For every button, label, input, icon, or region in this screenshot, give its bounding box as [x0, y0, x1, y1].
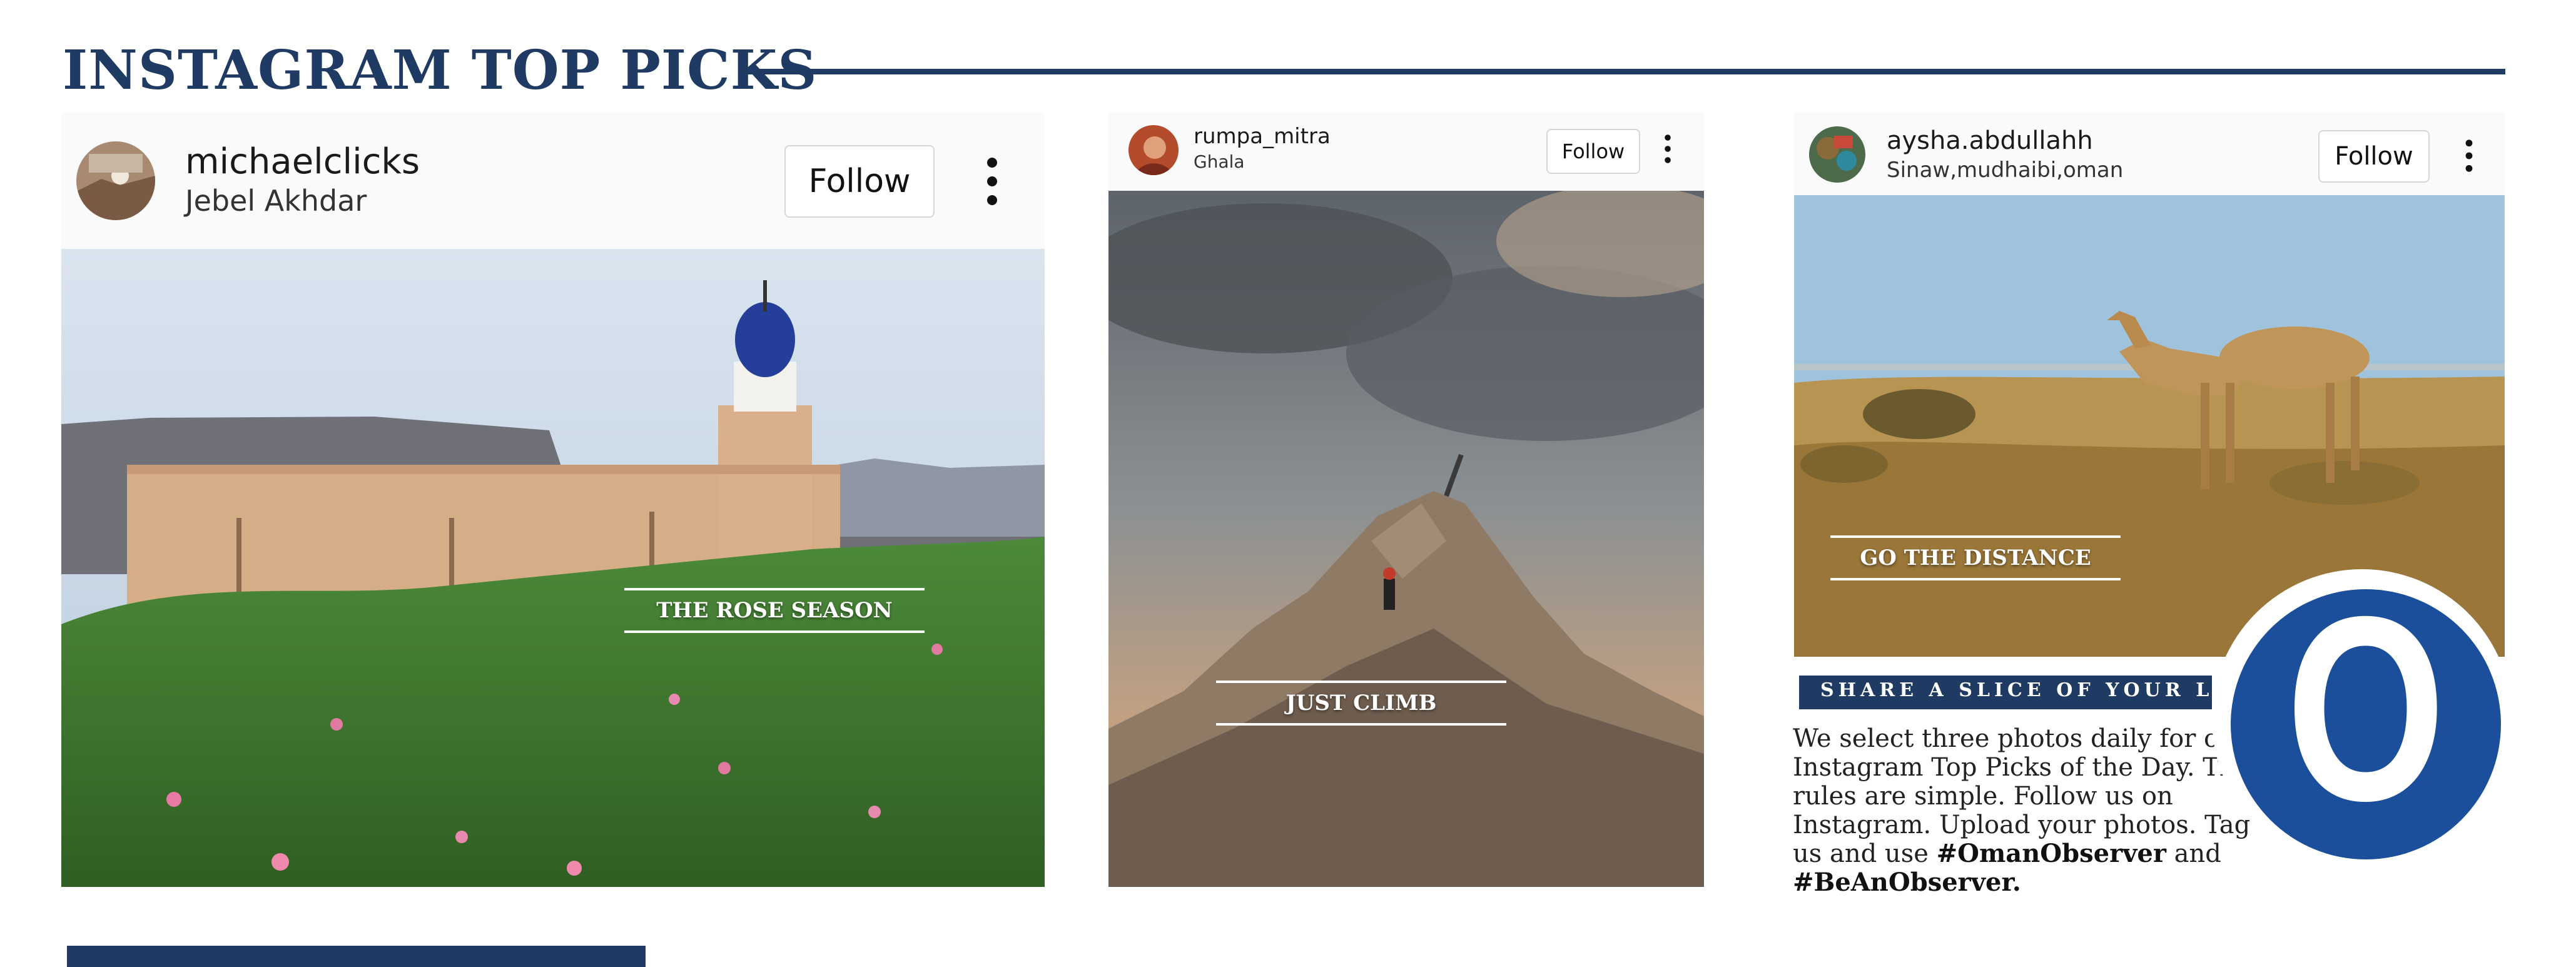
post-card-2: rumpa_mitra Ghala Follow JUST CLIMB — [1108, 113, 1704, 887]
oman-observer-logo: O — [2231, 587, 2501, 859]
avatar[interactable] — [1128, 125, 1179, 175]
location[interactable]: Sinaw,mudhaibi,oman — [1887, 158, 2123, 183]
avatar[interactable] — [76, 141, 155, 220]
follow-button[interactable]: Follow — [1546, 129, 1640, 174]
share-body-text: We select three photos daily for our Ins… — [1793, 724, 2268, 897]
bottom-bar — [67, 946, 646, 967]
post-header-1: michaelclicks Jebel Akhdar Follow — [61, 113, 1045, 249]
username[interactable]: aysha.abdullahh — [1887, 126, 2093, 155]
more-options-icon[interactable] — [2465, 139, 2473, 173]
title-rule — [738, 69, 2505, 74]
logo-letter: O — [2286, 587, 2446, 855]
post-card-1: michaelclicks Jebel Akhdar Follow THE RO… — [61, 113, 1045, 887]
follow-button[interactable]: Follow — [2318, 130, 2430, 183]
location[interactable]: Ghala — [1194, 151, 1245, 172]
photo-caption: GO THE DISTANCE — [1830, 535, 2121, 580]
post-header-2: rumpa_mitra Ghala Follow — [1108, 113, 1704, 191]
photo-caption: JUST CLIMB — [1216, 681, 1506, 726]
avatar[interactable] — [1809, 126, 1865, 183]
hashtag-be-an-observer: #BeAnObserver. — [1793, 868, 2021, 897]
hashtag-oman-observer: #OmanObserver — [1936, 839, 2166, 868]
username[interactable]: michaelclicks — [185, 141, 420, 182]
hashtag-connector: and — [2174, 839, 2221, 868]
section-title: INSTAGRAM TOP PICKS — [63, 39, 818, 102]
username[interactable]: rumpa_mitra — [1194, 124, 1331, 149]
more-options-icon[interactable] — [1664, 134, 1671, 164]
post-photo-2 — [1108, 191, 1704, 887]
location[interactable]: Jebel Akhdar — [185, 184, 367, 218]
share-banner-text: SHARE A SLICE OF YOUR LIFE — [1820, 679, 2263, 701]
post-photo-1 — [61, 249, 1045, 887]
more-options-icon[interactable] — [986, 156, 998, 206]
follow-button[interactable]: Follow — [784, 145, 935, 218]
post-header-3: aysha.abdullahh Sinaw,mudhaibi,oman Foll… — [1794, 113, 2505, 195]
photo-caption: THE ROSE SEASON — [624, 588, 925, 633]
